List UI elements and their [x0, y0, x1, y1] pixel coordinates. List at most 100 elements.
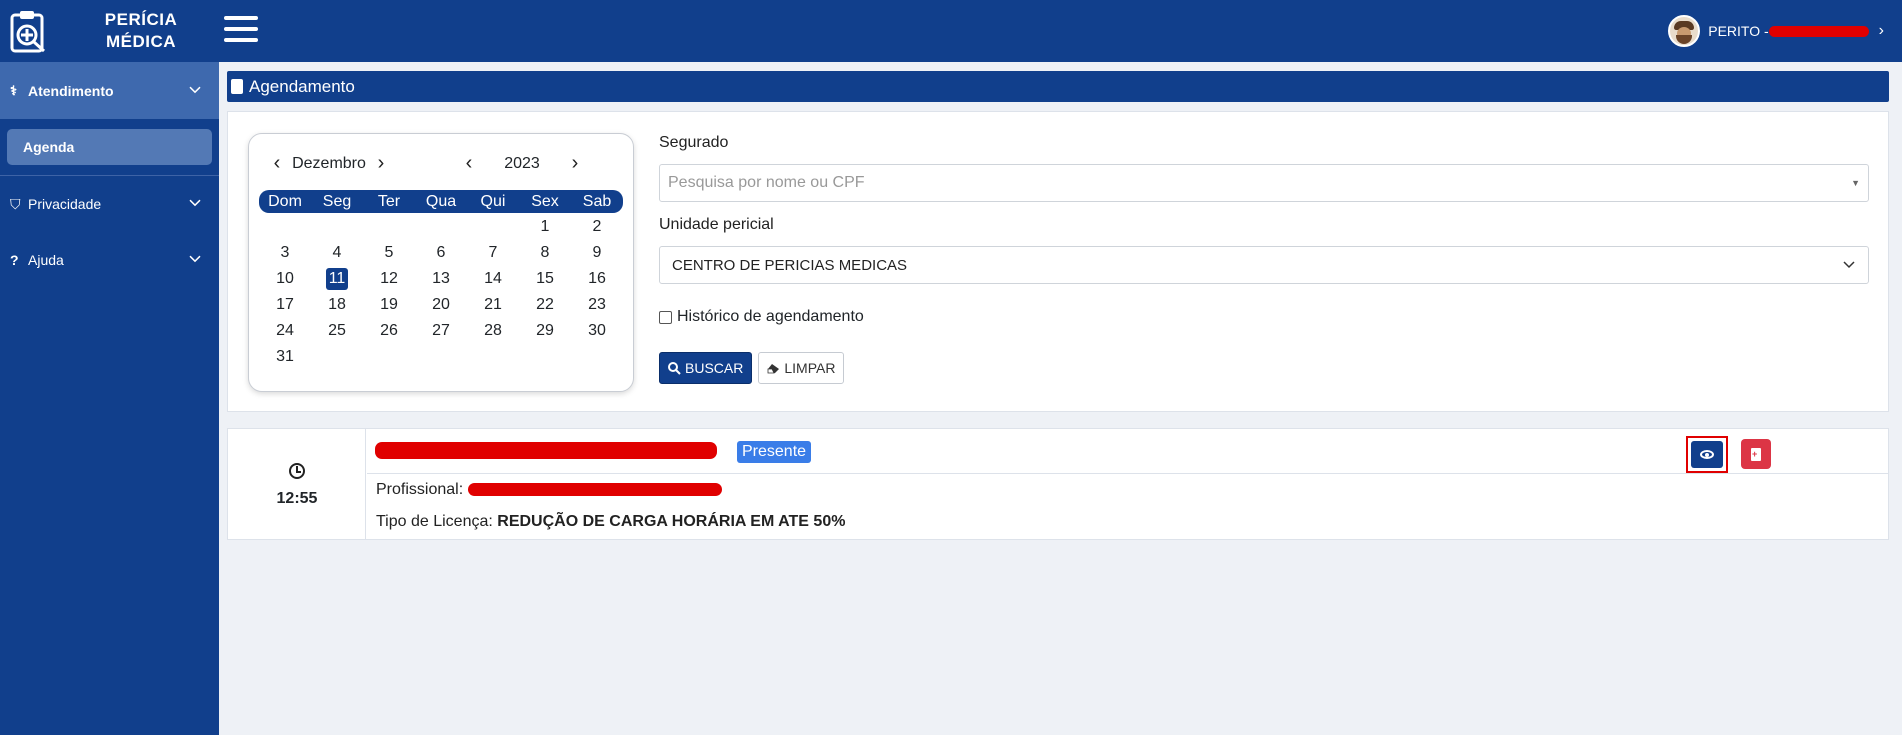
- segurado-placeholder: Pesquisa por nome ou CPF: [668, 174, 865, 191]
- calendar-day[interactable]: 31: [259, 344, 311, 370]
- calendar-day[interactable]: 9: [571, 240, 623, 266]
- chevron-down-icon: [189, 86, 201, 93]
- calendar-day[interactable]: 12: [363, 266, 415, 292]
- chevron-down-icon: [189, 255, 201, 263]
- sidebar-item-agenda[interactable]: Agenda: [7, 129, 212, 165]
- search-icon: [668, 361, 681, 375]
- calendar-day[interactable]: 28: [467, 318, 519, 344]
- calendar: ‹ Dezembro › ‹ 2023 › Dom Seg Ter Qua Qu…: [248, 133, 634, 392]
- calendar-day[interactable]: 4: [311, 240, 363, 266]
- profissional-line: Profissional:: [376, 481, 722, 499]
- chevron-down-icon: [1843, 261, 1855, 269]
- shield-icon: ⛉: [10, 195, 21, 212]
- segurado-label: Segurado: [659, 134, 729, 151]
- calendar-empty: [311, 214, 363, 240]
- weekday-label: Sab: [582, 193, 612, 210]
- calendar-day[interactable]: 15: [519, 266, 571, 292]
- form-buttons: BUSCAR LIMPAR: [659, 352, 1869, 384]
- calendar-day[interactable]: 8: [519, 240, 571, 266]
- stethoscope-icon: ⚕: [10, 82, 18, 98]
- status-badge: Presente: [737, 441, 812, 463]
- calendar-day[interactable]: 23: [571, 292, 623, 318]
- sidebar-submenu: Agenda: [0, 119, 219, 176]
- user-menu[interactable]: PERITO - ›: [1668, 14, 1884, 48]
- calendar-day[interactable]: 27: [415, 318, 467, 344]
- limpar-label: LIMPAR: [784, 360, 836, 376]
- appointment-header: Presente: [367, 429, 1888, 474]
- appointment-card: 12:55 Presente Profissional: Tipo de Lic…: [227, 428, 1889, 540]
- historico-label: Histórico de agendamento: [677, 308, 864, 325]
- selected-day-label: 11: [326, 268, 348, 290]
- appointment-time: 12:55: [228, 429, 366, 539]
- search-form: Segurado Pesquisa por nome ou CPF ▼ Unid…: [659, 134, 1869, 384]
- file-pdf-icon: [1751, 447, 1761, 461]
- weekday-label: Ter: [377, 193, 401, 210]
- calendar-day[interactable]: 29: [519, 318, 571, 344]
- calendar-day[interactable]: 5: [363, 240, 415, 266]
- buscar-button[interactable]: BUSCAR: [659, 352, 753, 384]
- calendar-empty: [259, 214, 311, 240]
- menu-icon[interactable]: [224, 16, 258, 44]
- calendar-day[interactable]: 3: [259, 240, 311, 266]
- avatar: [1668, 15, 1701, 47]
- calendar-day[interactable]: 14: [467, 266, 519, 292]
- calendar-day[interactable]: 24: [259, 318, 311, 344]
- calendar-day[interactable]: 21: [467, 292, 519, 318]
- calendar-day[interactable]: 20: [415, 292, 467, 318]
- historico-checkbox[interactable]: [659, 310, 672, 324]
- redacted-patient-name: [375, 442, 717, 459]
- calendar-day[interactable]: 1: [519, 214, 571, 240]
- pdf-button[interactable]: [1741, 439, 1771, 469]
- clipboard-plus-icon[interactable]: [10, 9, 50, 53]
- unidade-select[interactable]: CENTRO DE PERICIAS MEDICAS: [659, 246, 1869, 284]
- calendar-empty: [467, 214, 519, 240]
- calendar-empty: [415, 214, 467, 240]
- limpar-button[interactable]: LIMPAR: [758, 352, 845, 384]
- redacted-user-name: [1768, 25, 1869, 37]
- weekday-label: Sex: [531, 193, 559, 210]
- calendar-day[interactable]: 13: [415, 266, 467, 292]
- year-label: 2023: [504, 154, 540, 172]
- calendar-day[interactable]: 18: [311, 292, 363, 318]
- chevron-right-icon: ›: [1878, 22, 1884, 39]
- calendar-day[interactable]: 22: [519, 292, 571, 318]
- calendar-day[interactable]: 7: [467, 240, 519, 266]
- calendar-day[interactable]: 30: [571, 318, 623, 344]
- brand-line2: MÉDICA: [105, 32, 177, 51]
- unidade-value: CENTRO DE PERICIAS MEDICAS: [672, 256, 908, 274]
- profissional-label: Profissional:: [376, 481, 464, 498]
- sidebar-item-label: Ajuda: [28, 252, 64, 268]
- calendar-day[interactable]: 19: [363, 292, 415, 318]
- unidade-label: Unidade pericial: [659, 216, 774, 233]
- tipo-value: REDUÇÃO DE CARGA HORÁRIA EM ATE 50%: [497, 513, 846, 530]
- view-button[interactable]: [1686, 436, 1728, 473]
- calendar-day[interactable]: 26: [363, 318, 415, 344]
- calendar-day[interactable]: 17: [259, 292, 311, 318]
- next-month-button[interactable]: ›: [371, 152, 391, 175]
- sidebar: ⚕ Atendimento Agenda ⛉ Privacidade ? Aju…: [0, 62, 219, 735]
- prev-month-button[interactable]: ‹: [267, 152, 287, 175]
- user-label: PERITO -: [1708, 23, 1769, 39]
- calendar-day-selected[interactable]: 11: [311, 266, 363, 292]
- calendar-day[interactable]: 6: [415, 240, 467, 266]
- sidebar-item-ajuda[interactable]: ? Ajuda: [0, 232, 219, 288]
- sidebar-item-label: Atendimento: [28, 82, 114, 99]
- month-nav: ‹ Dezembro ›: [267, 152, 391, 175]
- sidebar-item-atendimento[interactable]: ⚕ Atendimento: [0, 62, 219, 119]
- id-card-icon: [231, 79, 243, 94]
- clock-icon: [289, 463, 305, 479]
- calendar-day[interactable]: 16: [571, 266, 623, 292]
- sidebar-item-label: Privacidade: [28, 196, 102, 212]
- calendar-day[interactable]: 10: [259, 266, 311, 292]
- historico-checkbox-row[interactable]: Histórico de agendamento: [659, 308, 1869, 326]
- next-year-button[interactable]: ›: [565, 152, 585, 175]
- time-label: 12:55: [276, 490, 318, 507]
- calendar-day[interactable]: 2: [571, 214, 623, 240]
- weekday-label: Qui: [480, 193, 506, 210]
- sidebar-item-privacidade[interactable]: ⛉ Privacidade: [0, 176, 219, 232]
- calendar-day[interactable]: 25: [311, 318, 363, 344]
- year-nav: ‹ 2023 ›: [459, 152, 585, 175]
- segurado-search-input[interactable]: Pesquisa por nome ou CPF ▼: [659, 164, 1869, 202]
- section-header: Agendamento: [227, 71, 1889, 102]
- prev-year-button[interactable]: ‹: [459, 152, 479, 175]
